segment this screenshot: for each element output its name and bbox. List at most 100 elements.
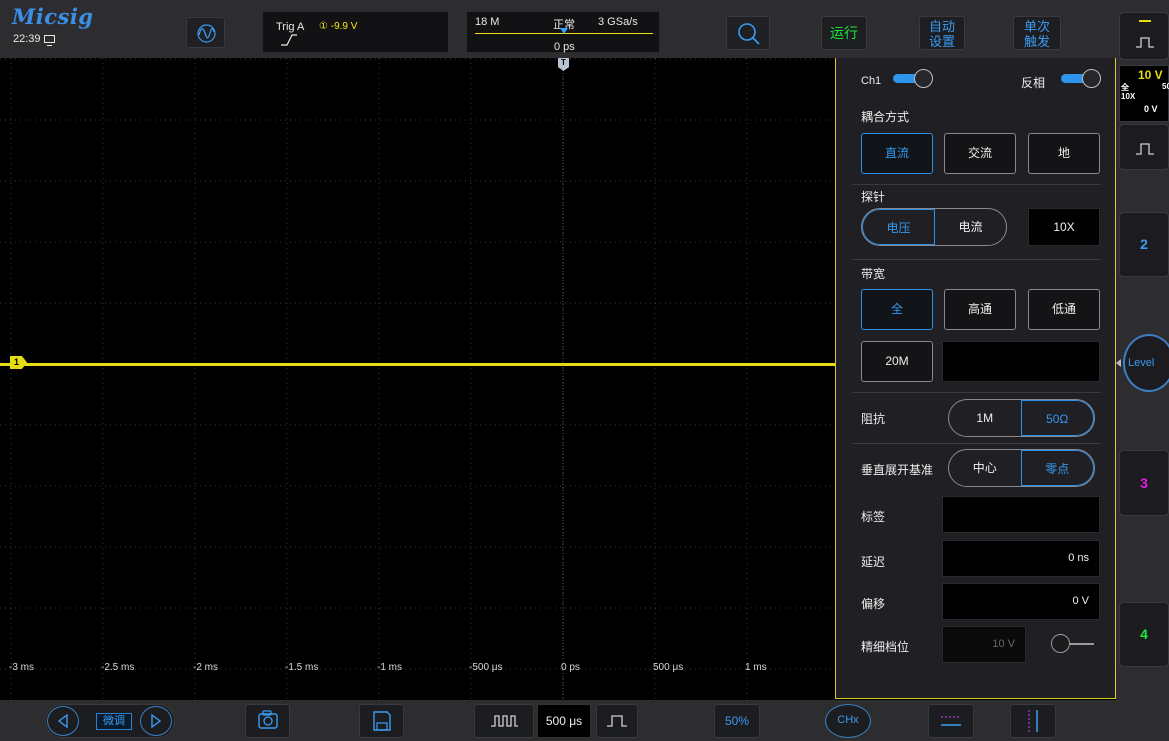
fine-scale-field[interactable]: 10 V xyxy=(942,626,1026,663)
vertical-ref-center-option[interactable]: 中心 xyxy=(949,450,1021,486)
top-bar: Micsig 22:39 Trig A ① -9.9 V 18 M 正常 3 G… xyxy=(0,0,1116,58)
probe-type-selector[interactable]: 电压 电流 xyxy=(861,208,1007,246)
channel-enable-toggle[interactable] xyxy=(893,69,933,88)
auto-setup-button[interactable]: 自动 设置 xyxy=(919,16,965,50)
timebase-increase-button[interactable] xyxy=(596,704,638,738)
invert-toggle[interactable] xyxy=(1061,69,1101,88)
channel-select-button[interactable]: CHx xyxy=(825,704,871,738)
acquisition-info-panel[interactable]: 18 M 正常 3 GSa/s 0 ps xyxy=(466,11,660,53)
channel-settings-menu: Ch1 反相 耦合方式 直流 交流 地 探针 电压 电流 10X 带宽 全 高通… xyxy=(835,58,1116,699)
time-tick-label: -2 ms xyxy=(193,662,218,673)
save-button[interactable] xyxy=(359,704,404,738)
time-tick-label: -500 μs xyxy=(469,662,503,673)
horizontal-cursor-icon xyxy=(941,716,961,726)
fine-adjust-label[interactable]: 微调 xyxy=(96,713,132,730)
time-tick-label: 0 ps xyxy=(561,662,580,673)
vertical-ref-label: 垂直展开基准 xyxy=(861,463,934,477)
time-tick-label: -2.5 ms xyxy=(101,662,135,673)
impedance-label: 阻抗 xyxy=(861,412,886,426)
separator xyxy=(852,443,1101,444)
fine-left-button[interactable] xyxy=(47,706,79,736)
coupling-ac-button[interactable]: 交流 xyxy=(944,133,1016,174)
rising-edge-icon xyxy=(281,34,297,46)
search-button[interactable] xyxy=(726,16,770,50)
trigger-position-marker xyxy=(560,28,568,34)
ch1-info-panel[interactable]: 10 V 全 50 10X 0 V xyxy=(1119,65,1169,122)
single-trigger-label-1: 单次 xyxy=(1023,19,1050,34)
impedance-50ohm-option[interactable]: 50Ω xyxy=(1020,400,1094,436)
time-tick-label: 500 μs xyxy=(653,662,684,673)
fine-scale-toggle[interactable] xyxy=(1051,634,1095,654)
coupling-gnd-button[interactable]: 地 xyxy=(1028,133,1100,174)
coupling-label: 耦合方式 xyxy=(861,110,910,124)
level-knob-button[interactable]: Level xyxy=(1123,334,1169,392)
coupling-dc-button[interactable]: 直流 xyxy=(861,133,933,174)
vertical-cursor-button[interactable] xyxy=(1010,704,1056,738)
pulse-icon xyxy=(1136,20,1154,48)
probe-ratio-field[interactable]: 10X xyxy=(1028,208,1100,246)
timebase-value[interactable]: 500 μs xyxy=(537,704,591,738)
camera-icon xyxy=(258,710,278,729)
clock: 22:39 xyxy=(13,33,55,46)
single-trigger-button[interactable]: 单次 触发 xyxy=(1013,16,1061,50)
waveform-icon xyxy=(197,24,216,43)
horizontal-cursor-button[interactable] xyxy=(928,704,974,738)
run-stop-button[interactable]: 运行 xyxy=(821,16,867,50)
triangle-left-icon xyxy=(57,713,68,729)
sample-rate: 3 GSa/s xyxy=(598,16,638,28)
screenshot-button[interactable] xyxy=(245,704,290,738)
vertical-cursor-icon xyxy=(1028,710,1038,732)
auto-setup-label-1: 自动 xyxy=(928,19,955,34)
pulse-icon xyxy=(1136,143,1154,155)
impedance-1m-option[interactable]: 1M xyxy=(949,400,1021,436)
vertical-ref-selector[interactable]: 中心 零点 xyxy=(948,449,1095,487)
wide-pulse-icon xyxy=(607,715,627,727)
bandwidth-highpass-button[interactable]: 高通 xyxy=(944,289,1016,330)
trigger-info-panel[interactable]: Trig A ① -9.9 V xyxy=(262,11,449,53)
brand-logo: Micsig xyxy=(12,4,94,29)
tag-field[interactable] xyxy=(942,496,1100,533)
single-trigger-label-2: 触发 xyxy=(1023,34,1050,49)
compressed-pulse-icon xyxy=(491,715,518,727)
probe-current-option[interactable]: 电流 xyxy=(935,209,1006,245)
ch2-button[interactable]: 2 xyxy=(1119,212,1169,277)
set-50-percent-button[interactable]: 50% xyxy=(714,704,760,738)
ch3-button[interactable]: 3 xyxy=(1119,450,1169,516)
separator xyxy=(852,259,1101,260)
bandwidth-lowpass-button[interactable]: 低通 xyxy=(1028,289,1100,330)
time-tick-label: -3 ms xyxy=(9,662,34,673)
ch4-button[interactable]: 4 xyxy=(1119,602,1169,667)
monitor-icon xyxy=(43,35,55,46)
ch1-coupling-button[interactable] xyxy=(1119,124,1169,170)
bandwidth-full-button[interactable]: 全 xyxy=(861,289,933,330)
ch1-probe: 10X xyxy=(1121,92,1136,101)
ch1-scale: 10 V xyxy=(1138,68,1163,82)
offset-field[interactable]: 0 V xyxy=(942,583,1100,620)
ch4-label: 4 xyxy=(1140,626,1148,642)
search-icon xyxy=(738,23,760,45)
fine-right-button[interactable] xyxy=(140,706,172,736)
vertical-ref-zero-option[interactable]: 零点 xyxy=(1020,450,1094,486)
impedance-selector[interactable]: 1M 50Ω xyxy=(948,399,1095,437)
bandwidth-label: 带宽 xyxy=(861,267,886,281)
bandwidth-20m-button[interactable]: 20M xyxy=(861,341,933,382)
time-tick-label: -1.5 ms xyxy=(285,662,319,673)
ch1-impedance: 50 xyxy=(1162,82,1169,91)
separator xyxy=(852,184,1101,185)
separator xyxy=(852,392,1101,393)
trigger-level-value: ① -9.9 V xyxy=(319,21,358,32)
fine-scale-label: 精细档位 xyxy=(861,640,910,654)
timebase-decrease-button[interactable] xyxy=(474,704,534,738)
waveform-menu-button[interactable] xyxy=(186,17,225,48)
tag-label: 标签 xyxy=(861,510,886,524)
delay-field[interactable]: 0 ns xyxy=(942,540,1100,577)
bandwidth-value-field[interactable] xyxy=(942,341,1100,382)
probe-voltage-option[interactable]: 电压 xyxy=(862,209,935,245)
trigger-source-label: Trig A xyxy=(276,21,305,33)
time-tick-label: 1 ms xyxy=(745,662,767,673)
trigger-edge-button[interactable] xyxy=(1119,12,1169,60)
triangle-right-icon xyxy=(151,713,162,729)
fine-adjust-control: 微调 xyxy=(45,704,175,738)
probe-label: 探针 xyxy=(861,190,886,204)
channel-sidebar: 10 V 全 50 10X 0 V 2 Level 3 4 xyxy=(1116,0,1169,741)
